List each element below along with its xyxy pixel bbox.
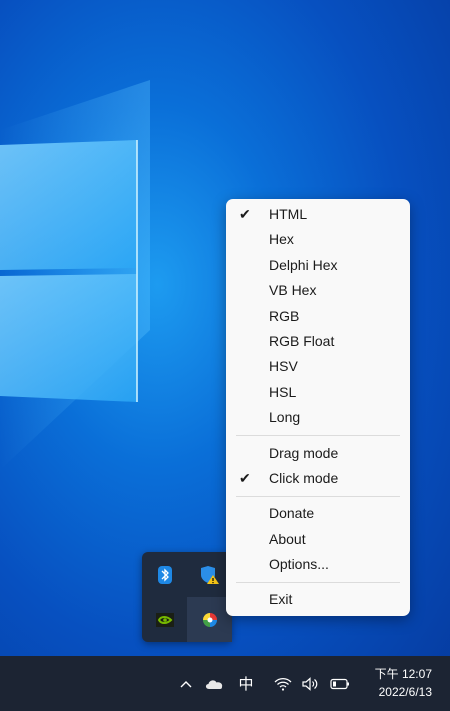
menu-item-label: HSV	[269, 358, 298, 375]
battery-icon	[330, 678, 349, 689]
tray-nvidia-button[interactable]	[142, 597, 187, 642]
menu-item-label: Options...	[269, 556, 329, 573]
clock-time: 下午 12:07	[374, 667, 432, 681]
menu-item-label: RGB	[269, 307, 300, 324]
wifi-icon	[274, 677, 292, 691]
menu-separator	[236, 581, 400, 583]
tray-bluetooth-button[interactable]	[142, 552, 187, 597]
menu-item-rgb-float[interactable]: RGB Float	[226, 329, 410, 354]
menu-item-drag-mode[interactable]: Drag mode	[226, 441, 410, 466]
volume-button[interactable]	[298, 656, 322, 711]
menu-item-exit[interactable]: Exit	[226, 587, 410, 612]
show-hidden-icons-button[interactable]	[176, 656, 196, 711]
menu-item-hsv[interactable]: HSV	[226, 354, 410, 379]
menu-item-vb-hex[interactable]: VB Hex	[226, 278, 410, 303]
menu-item-html[interactable]: ✔ HTML	[226, 202, 410, 227]
menu-item-label: VB Hex	[269, 282, 317, 299]
ime-indicator[interactable]: 中	[234, 656, 258, 711]
speaker-icon	[302, 676, 318, 691]
checkmark-icon: ✔	[239, 469, 251, 486]
menu-item-donate[interactable]: Donate	[226, 501, 410, 526]
menu-item-click-mode[interactable]: ✔ Click mode	[226, 466, 410, 491]
checkmark-icon: ✔	[239, 206, 251, 222]
battery-button[interactable]	[328, 656, 352, 711]
menu-item-label: Hex	[269, 231, 294, 248]
clock-button[interactable]: 下午 12:07 2022/6/13	[375, 665, 432, 701]
nvidia-icon	[155, 612, 174, 627]
clock-date: 2022/6/13	[378, 685, 432, 699]
menu-separator	[236, 435, 400, 437]
onedrive-button[interactable]	[202, 656, 226, 711]
tray-overflow-flyout	[142, 552, 232, 642]
menu-item-label: Delphi Hex	[269, 256, 338, 273]
onedrive-cloud-icon	[205, 679, 223, 689]
menu-separator	[236, 495, 400, 497]
windows-security-icon	[200, 565, 219, 584]
menu-item-label: Drag mode	[269, 444, 339, 461]
menu-item-options[interactable]: Options...	[226, 552, 410, 577]
menu-item-label: Exit	[269, 591, 293, 608]
chevron-up-icon	[180, 680, 192, 687]
menu-item-long[interactable]: Long	[226, 405, 410, 430]
taskbar: 中 下午 12:07 2022/6/13	[0, 656, 450, 711]
menu-item-rgb[interactable]: RGB	[226, 304, 410, 329]
menu-item-label: Donate	[269, 505, 315, 522]
menu-item-label: RGB Float	[269, 332, 335, 349]
color-picker-context-menu: ✔ HTML Hex Delphi Hex VB Hex RGB RGB Flo…	[226, 199, 410, 616]
menu-item-label: About	[269, 530, 306, 547]
color-picker-icon	[202, 612, 217, 627]
menu-item-label: HTML	[269, 206, 308, 222]
menu-item-about[interactable]: About	[226, 527, 410, 552]
menu-item-hex[interactable]: Hex	[226, 227, 410, 252]
menu-item-hsl[interactable]: HSL	[226, 380, 410, 405]
menu-item-label: Click mode	[269, 469, 339, 486]
bluetooth-icon	[157, 565, 172, 584]
menu-item-label: HSL	[269, 383, 297, 400]
menu-item-delphi-hex[interactable]: Delphi Hex	[226, 253, 410, 278]
menu-item-label: Long	[269, 409, 301, 426]
network-button[interactable]	[270, 656, 296, 711]
